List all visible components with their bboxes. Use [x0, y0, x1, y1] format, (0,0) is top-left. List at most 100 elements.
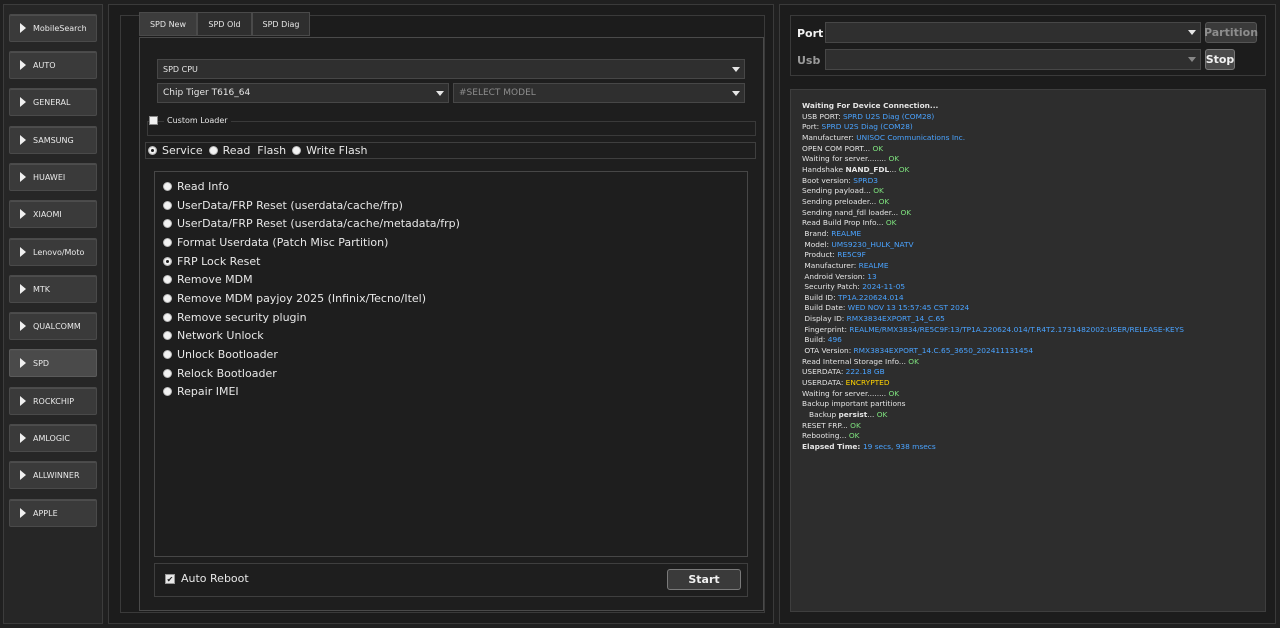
radio-remove-security-plugin[interactable]	[163, 312, 172, 322]
sidebar-item-qualcomm[interactable]: QUALCOMM	[9, 312, 97, 340]
auto-reboot-checkbox[interactable]: ✔	[165, 574, 175, 584]
stop-button[interactable]: Stop	[1205, 49, 1235, 70]
sidebar-item-general[interactable]: GENERAL	[9, 88, 97, 116]
sidebar-item-rockchip[interactable]: ROCKCHIP	[9, 387, 97, 415]
radio-format-userdata[interactable]	[163, 237, 172, 247]
radio-network-unlock[interactable]	[163, 331, 172, 341]
play-icon	[20, 396, 26, 406]
sidebar-item-label: HUAWEI	[33, 172, 66, 182]
cpu-select[interactable]: SPD CPU	[157, 59, 745, 79]
log-line: Brand: REALME	[802, 229, 1265, 240]
log-line: Build ID: TP1A.220624.014	[802, 293, 1265, 304]
sidebar-item-auto[interactable]: AUTO	[9, 51, 97, 79]
log-line: Port: SPRD U2S Diag (COM28)	[802, 122, 1265, 133]
op-remove-mdm-payjoy[interactable]: Remove MDM payjoy 2025 (Infinix/Tecno/It…	[163, 292, 426, 305]
sidebar-item-lenovo-moto[interactable]: Lenovo/Moto	[9, 238, 97, 266]
mode-read-flash[interactable]: Read Flash	[208, 144, 286, 157]
sidebar-item-label: Lenovo/Moto	[33, 247, 85, 257]
radio-remove-mdm-payjoy[interactable]	[163, 293, 172, 303]
mode-service[interactable]: Service	[148, 144, 203, 157]
log-line: Waiting For Device Connection...	[802, 101, 1265, 112]
log-segment: Backup important partitions	[802, 399, 906, 409]
port-select[interactable]	[825, 22, 1201, 43]
radio-read-info[interactable]	[163, 182, 172, 191]
log-line: OTA Version: RMX3834EXPORT_14.C.65_3650_…	[802, 346, 1265, 357]
sidebar-item-xiaomi[interactable]: XIAOMI	[9, 200, 97, 228]
log-line: Security Patch: 2024-11-05	[802, 282, 1265, 293]
op-network-unlock[interactable]: Network Unlock	[163, 329, 264, 342]
log-segment: OK	[848, 431, 860, 441]
play-icon	[20, 247, 26, 257]
op-frp-lock-reset[interactable]: FRP Lock Reset	[163, 255, 260, 268]
log-line: Waiting for server........ OK	[802, 154, 1265, 165]
op-unlock-bootloader[interactable]: Unlock Bootloader	[163, 348, 278, 361]
mode-write-flash[interactable]: Write Flash	[292, 144, 368, 157]
radio-relock-bootloader[interactable]	[163, 368, 172, 378]
log-line: OPEN COM PORT... OK	[802, 144, 1265, 155]
log-segment: Read Build Prop Info...	[802, 218, 886, 228]
radio-write-flash[interactable]	[292, 146, 302, 155]
radio-frp-lock-reset[interactable]	[163, 256, 172, 266]
op-format-userdata[interactable]: Format Userdata (Patch Misc Partition)	[163, 236, 388, 249]
log-segment: SPRD U2S Diag (COM28)	[842, 111, 935, 121]
sidebar-item-mobilesearch[interactable]: MobileSearch	[9, 14, 97, 42]
op-userdata-frp-reset-metadata[interactable]: UserData/FRP Reset (userdata/cache/metad…	[163, 217, 460, 230]
chevron-down-icon	[732, 67, 740, 72]
log-segment: Manufacturer:	[802, 260, 859, 270]
chip-select[interactable]: Chip Tiger T616_64	[157, 83, 449, 103]
start-button[interactable]: Start	[667, 569, 741, 590]
log-line: Fingerprint: REALME/RMX3834/RE5C9F:13/TP…	[802, 325, 1265, 336]
operations-list: Read Info UserData/FRP Reset (userdata/c…	[154, 171, 748, 557]
op-repair-imei[interactable]: Repair IMEI	[163, 385, 239, 398]
op-userdata-frp-reset[interactable]: UserData/FRP Reset (userdata/cache/frp)	[163, 199, 403, 212]
chip-select-value: Chip Tiger T616_64	[163, 88, 251, 98]
op-remove-mdm[interactable]: Remove MDM	[163, 273, 253, 286]
op-remove-security-plugin[interactable]: Remove security plugin	[163, 311, 307, 324]
chevron-down-icon	[436, 91, 444, 96]
sidebar-item-samsung[interactable]: SAMSUNG	[9, 126, 97, 154]
port-label: Port	[797, 27, 824, 40]
partition-button[interactable]: Partition	[1204, 22, 1258, 43]
log-line: Build Date: WED NOV 13 15:57:45 CST 2024	[802, 303, 1265, 314]
log-segment: RMX3834EXPORT_14.C.65_3650_202411131454	[853, 346, 1034, 356]
log-segment: OK	[908, 356, 919, 366]
log-line: RESET FRP... OK	[802, 421, 1265, 432]
sidebar-item-apple[interactable]: APPLE	[9, 499, 97, 527]
sidebar-item-huawei[interactable]: HUAWEI	[9, 163, 97, 191]
log-line: Android Version: 13	[802, 272, 1265, 283]
sidebar-item-allwinner[interactable]: ALLWINNER	[9, 461, 97, 489]
radio-unlock-bootloader[interactable]	[163, 349, 172, 359]
radio-remove-mdm[interactable]	[163, 275, 172, 285]
op-read-info[interactable]: Read Info	[163, 180, 229, 193]
radio-repair-imei[interactable]	[163, 387, 172, 397]
op-label: Read Info	[177, 180, 229, 193]
log-segment: REALME	[831, 228, 862, 238]
sidebar-item-mtk[interactable]: MTK	[9, 275, 97, 303]
log-segment: 222.18 GB	[845, 367, 885, 377]
custom-loader-path[interactable]	[147, 121, 756, 136]
custom-loader-checkbox[interactable]	[149, 116, 158, 125]
tab-spd-old[interactable]: SPD Old	[197, 12, 252, 36]
log-segment: TP1A.220624.014	[837, 292, 904, 302]
log-line: Read Internal Storage Info... OK	[802, 357, 1265, 368]
play-icon	[20, 284, 26, 294]
sidebar-item-amlogic[interactable]: AMLOGIC	[9, 424, 97, 452]
sidebar-item-spd[interactable]: SPD	[9, 349, 97, 377]
play-icon	[20, 209, 26, 219]
op-relock-bootloader[interactable]: Relock Bootloader	[163, 367, 277, 380]
model-select[interactable]: #SELECT MODEL	[453, 83, 745, 103]
radio-userdata-frp-reset-metadata[interactable]	[163, 219, 172, 229]
radio-service[interactable]	[148, 146, 157, 155]
play-icon	[20, 23, 26, 33]
tab-spd-diag[interactable]: SPD Diag	[252, 12, 310, 36]
op-label: FRP Lock Reset	[177, 254, 261, 268]
log-segment: OK	[872, 143, 884, 153]
log-line: Boot version: SPRD3	[802, 176, 1265, 187]
usb-select[interactable]	[825, 49, 1201, 70]
tab-spd-new[interactable]: SPD New	[139, 12, 197, 36]
radio-read-flash[interactable]	[208, 146, 218, 155]
log-segment: ...	[867, 410, 877, 420]
op-label: Repair IMEI	[177, 385, 239, 399]
log-segment: OK	[878, 196, 890, 206]
radio-userdata-frp-reset[interactable]	[163, 200, 172, 210]
